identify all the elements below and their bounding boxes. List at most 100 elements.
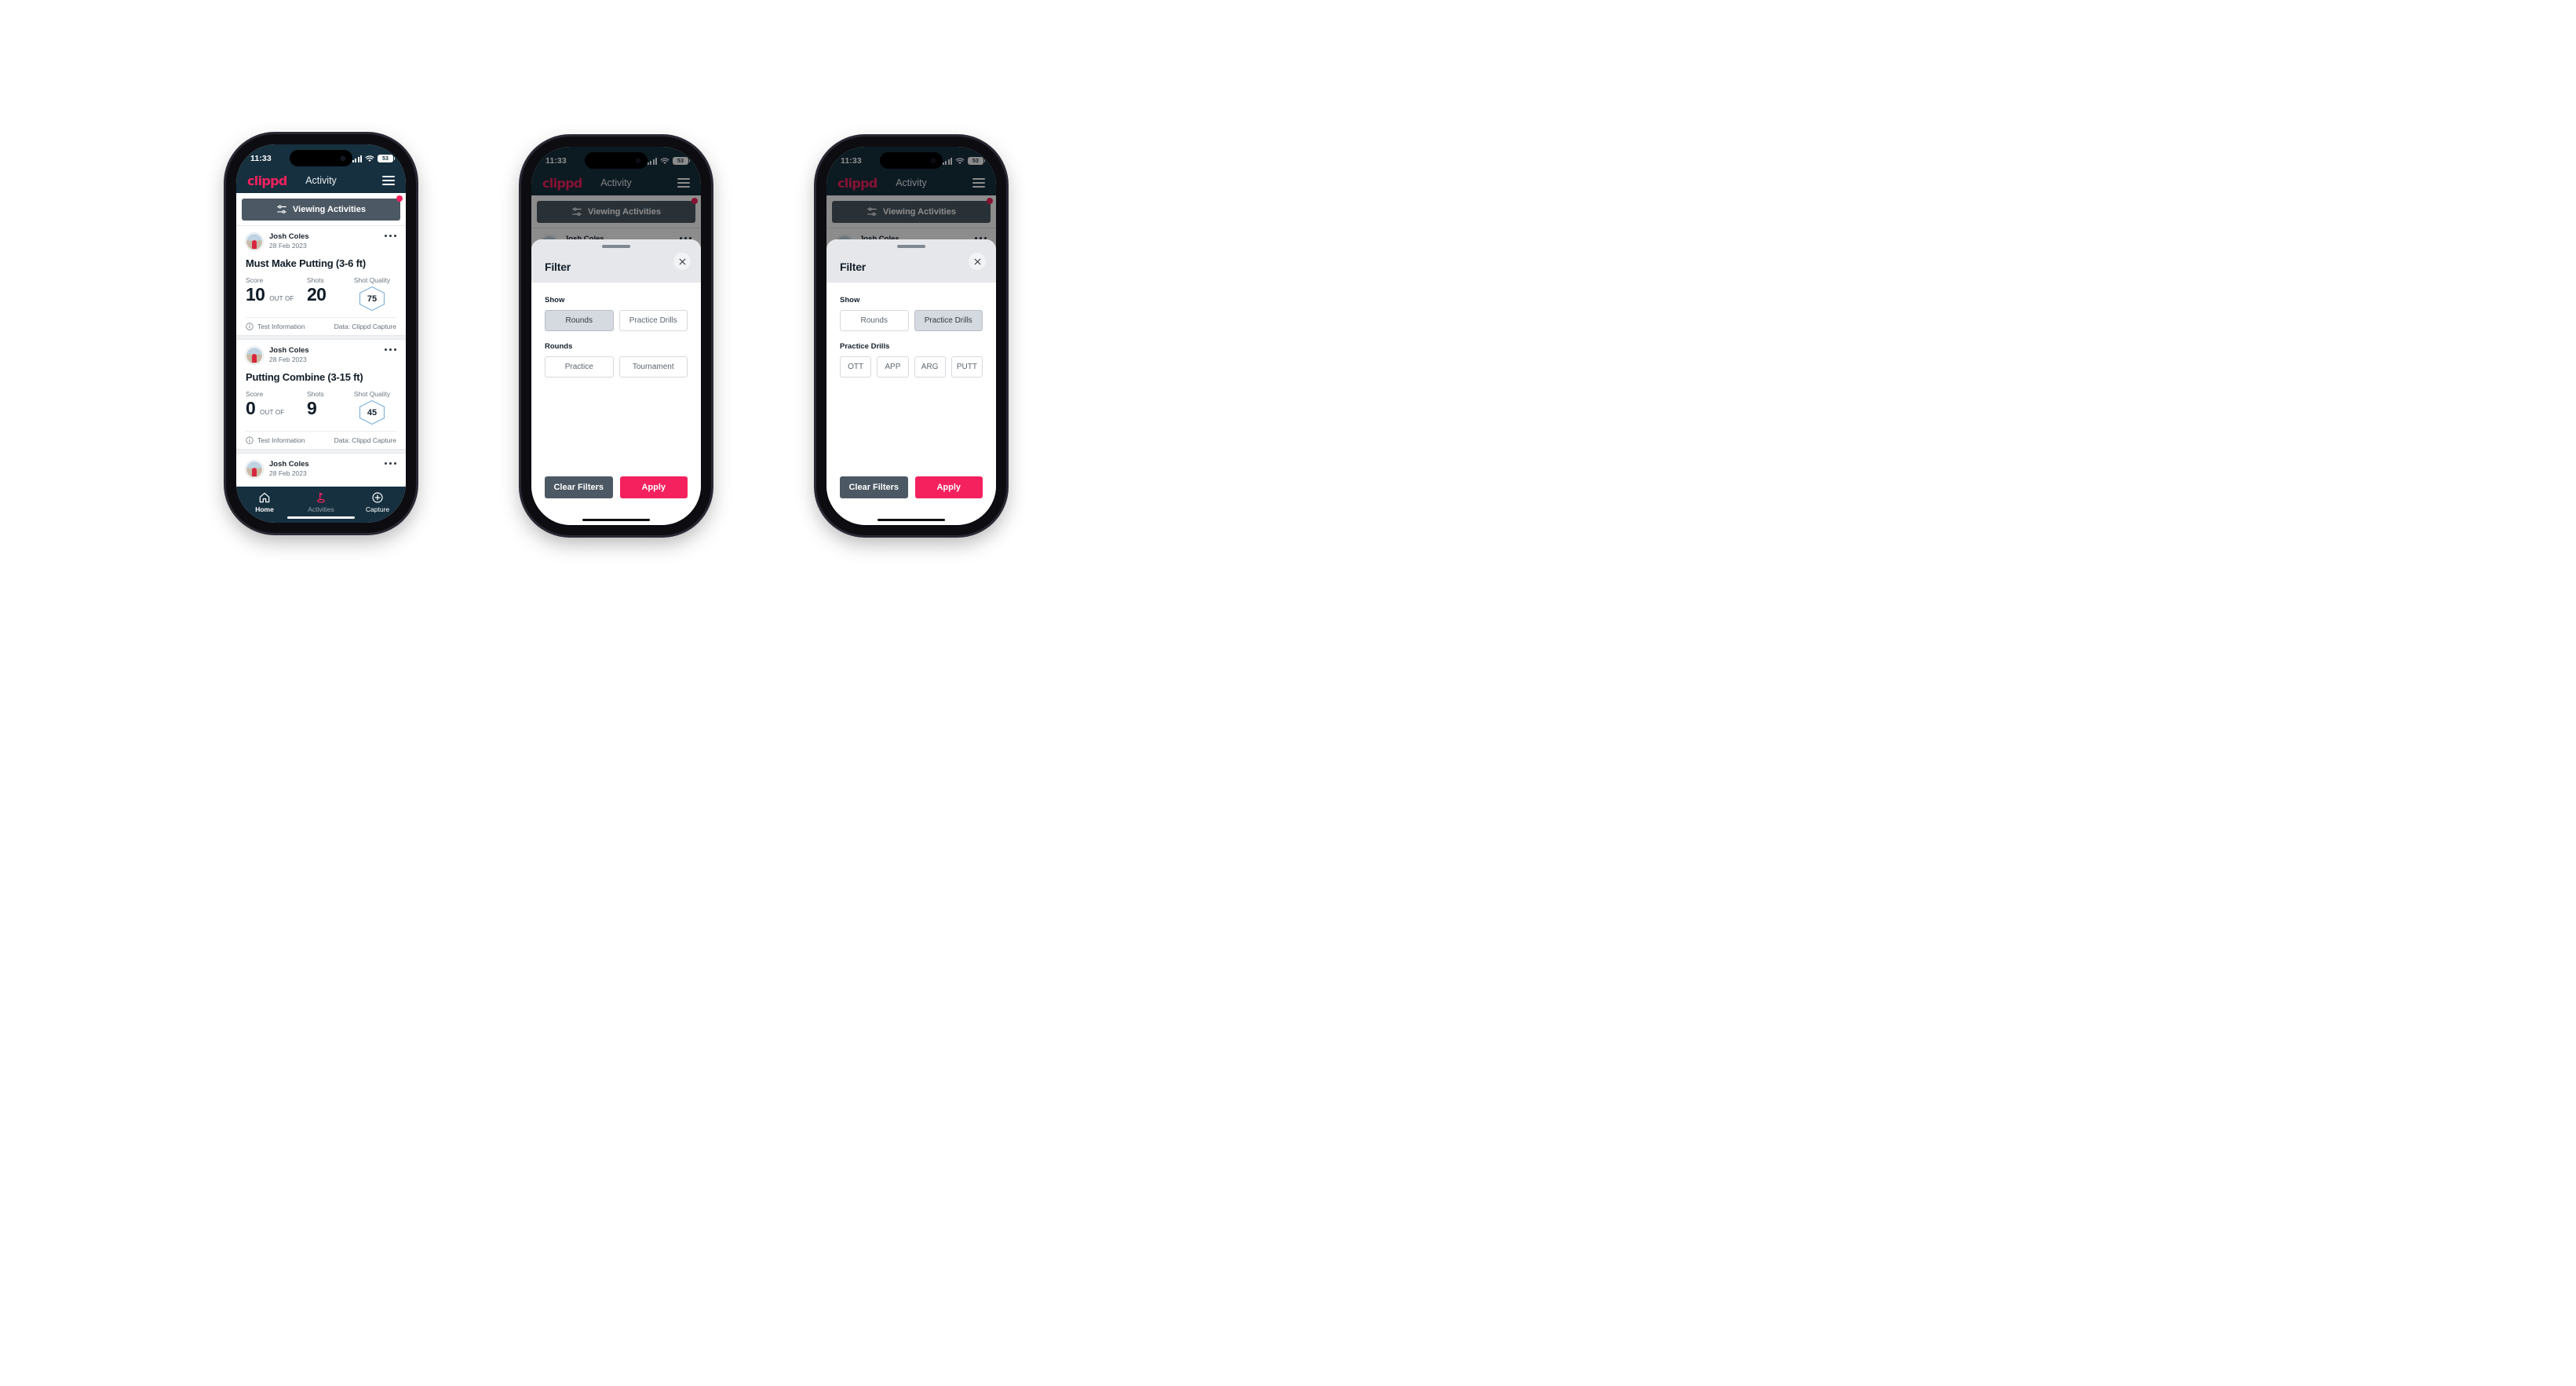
shot-quality-value: 45 — [367, 407, 378, 418]
close-x-icon[interactable] — [969, 253, 986, 270]
activity-card-header: Josh Coles 28 Feb 2023 — [246, 232, 396, 250]
out-of-label: OUT OF — [260, 409, 285, 416]
activity-author: Josh Coles 28 Feb 2023 — [269, 460, 309, 478]
shot-quality-badge: 75 — [358, 286, 386, 312]
more-options-icon[interactable] — [385, 235, 396, 238]
info-circle-icon — [246, 323, 254, 330]
chip-show-practice-drills[interactable]: Practice Drills — [914, 310, 983, 331]
activity-date: 28 Feb 2023 — [269, 241, 307, 250]
drag-handle-icon[interactable] — [897, 245, 925, 248]
author-name: Josh Coles — [269, 232, 309, 241]
dynamic-island — [290, 150, 352, 166]
nav-item-home[interactable]: Home — [236, 491, 293, 513]
activity-card[interactable]: Josh Coles 28 Feb 2023 — [236, 454, 406, 478]
activity-card-header: Josh Coles 28 Feb 2023 — [246, 346, 396, 364]
home-indicator[interactable] — [878, 518, 945, 521]
test-information-label: Test Information — [257, 436, 305, 444]
activity-author: Josh Coles 28 Feb 2023 — [269, 232, 309, 250]
test-information-label: Test Information — [257, 323, 305, 330]
test-information[interactable]: Test Information — [246, 323, 305, 330]
show-group-label: Show — [545, 296, 565, 305]
front-camera-icon — [341, 155, 345, 161]
activity-card[interactable]: Josh Coles 28 Feb 2023 Must Make Putting… — [236, 226, 406, 335]
phone-2-screen: 11:33 53 clippd Activity Viewing Activit… — [531, 147, 701, 525]
shot-quality-stat: Shot Quality 75 — [348, 276, 396, 312]
status-indicators: 53 — [352, 155, 393, 162]
clippd-logo: clippd — [247, 173, 287, 188]
chip-drill-app[interactable]: APP — [877, 356, 909, 378]
score-stat: Score 10 OUT OF — [246, 276, 307, 304]
shots-row: 20 — [307, 285, 348, 304]
filter-sheet-body: Show Rounds Practice Drills Practice Dri… — [826, 283, 996, 476]
close-x-icon[interactable] — [673, 253, 691, 270]
viewing-activities-filter-button[interactable]: Viewing Activities — [242, 199, 400, 221]
activity-date: 28 Feb 2023 — [269, 469, 307, 477]
shots-value: 9 — [307, 398, 317, 418]
author-name: Josh Coles — [269, 346, 309, 355]
drag-handle-icon[interactable] — [602, 245, 630, 248]
apply-button[interactable]: Apply — [619, 476, 688, 498]
show-group-label: Show — [840, 296, 860, 305]
shot-quality-value: 75 — [367, 294, 378, 304]
info-circle-icon — [246, 436, 254, 444]
hamburger-menu-icon[interactable] — [382, 175, 395, 186]
shot-quality-stat: Shot Quality 45 — [348, 390, 396, 425]
notification-dot-icon — [396, 195, 403, 202]
author-name: Josh Coles — [269, 460, 309, 469]
cellular-signal-icon — [352, 155, 362, 162]
more-options-icon[interactable] — [385, 462, 396, 465]
chip-drill-arg[interactable]: ARG — [914, 356, 946, 378]
avatar — [246, 461, 263, 478]
nav-item-activities[interactable]: Activities — [293, 491, 349, 513]
home-icon — [259, 492, 270, 503]
battery-icon: 53 — [378, 155, 393, 162]
data-source-label: Data: Clippd Capture — [334, 436, 396, 444]
show-chip-group: Rounds Practice Drills — [840, 310, 983, 331]
chip-drill-ott[interactable]: OTT — [840, 356, 872, 378]
shots-stat: Shots 9 — [307, 390, 348, 418]
chip-rounds-practice[interactable]: Practice — [545, 356, 614, 378]
sliders-filter-icon — [277, 205, 286, 213]
chip-drill-putt[interactable]: PUTT — [950, 356, 983, 378]
rounds-group-label: Rounds — [545, 342, 573, 351]
home-indicator[interactable] — [287, 516, 355, 519]
nav-label-home: Home — [255, 505, 274, 513]
activity-title: Must Make Putting (3-6 ft) — [246, 257, 366, 269]
clear-filters-button[interactable]: Clear Filters — [840, 476, 908, 498]
phone-3-filter-practice-drills: 11:33 53 clippd Activity Viewing Activit… — [816, 137, 1006, 535]
score-value: 0 — [246, 398, 256, 418]
chip-show-rounds[interactable]: Rounds — [545, 310, 614, 331]
avatar — [246, 347, 263, 364]
activity-card-footer: Test Information Data: Clippd Capture — [246, 317, 396, 335]
chip-rounds-tournament[interactable]: Tournament — [618, 356, 688, 378]
data-source-label: Data: Clippd Capture — [334, 323, 396, 330]
shot-quality-label: Shot Quality — [353, 390, 391, 398]
nav-label-capture: Capture — [365, 505, 390, 513]
screenshot-stage: 11:33 53 clippd Activity Viewing Activit… — [0, 0, 2576, 1386]
chip-show-rounds[interactable]: Rounds — [840, 310, 909, 331]
filter-sheet: Filter Show Rounds Practice Drills Round… — [531, 239, 701, 525]
test-information[interactable]: Test Information — [246, 436, 305, 444]
status-time: 11:33 — [250, 154, 272, 163]
phone-1-screen: 11:33 53 clippd Activity Viewing Activit… — [236, 144, 406, 523]
shots-value: 20 — [307, 284, 327, 305]
shots-label: Shots — [307, 276, 324, 284]
score-value: 10 — [246, 284, 265, 305]
filter-sheet: Filter Show Rounds Practice Drills Pract… — [826, 239, 996, 525]
chip-show-practice-drills[interactable]: Practice Drills — [618, 310, 688, 331]
plus-circle-icon — [372, 492, 383, 503]
shots-label: Shots — [307, 390, 324, 398]
activity-card-footer: Test Information Data: Clippd Capture — [246, 431, 396, 449]
nav-item-capture[interactable]: Capture — [349, 491, 406, 513]
clear-filters-button[interactable]: Clear Filters — [545, 476, 613, 498]
shot-quality-label: Shot Quality — [353, 276, 391, 284]
home-indicator[interactable] — [582, 518, 650, 521]
activity-card[interactable]: Josh Coles 28 Feb 2023 Putting Combine (… — [236, 340, 406, 449]
more-options-icon[interactable] — [385, 348, 396, 352]
apply-button[interactable]: Apply — [914, 476, 983, 498]
activity-card-header: Josh Coles 28 Feb 2023 — [246, 460, 396, 478]
filter-bar-wrap: Viewing Activities — [236, 193, 406, 226]
golf-flag-icon — [317, 492, 325, 503]
phone-1-activity-list: 11:33 53 clippd Activity Viewing Activit… — [226, 134, 416, 533]
avatar — [246, 233, 263, 250]
